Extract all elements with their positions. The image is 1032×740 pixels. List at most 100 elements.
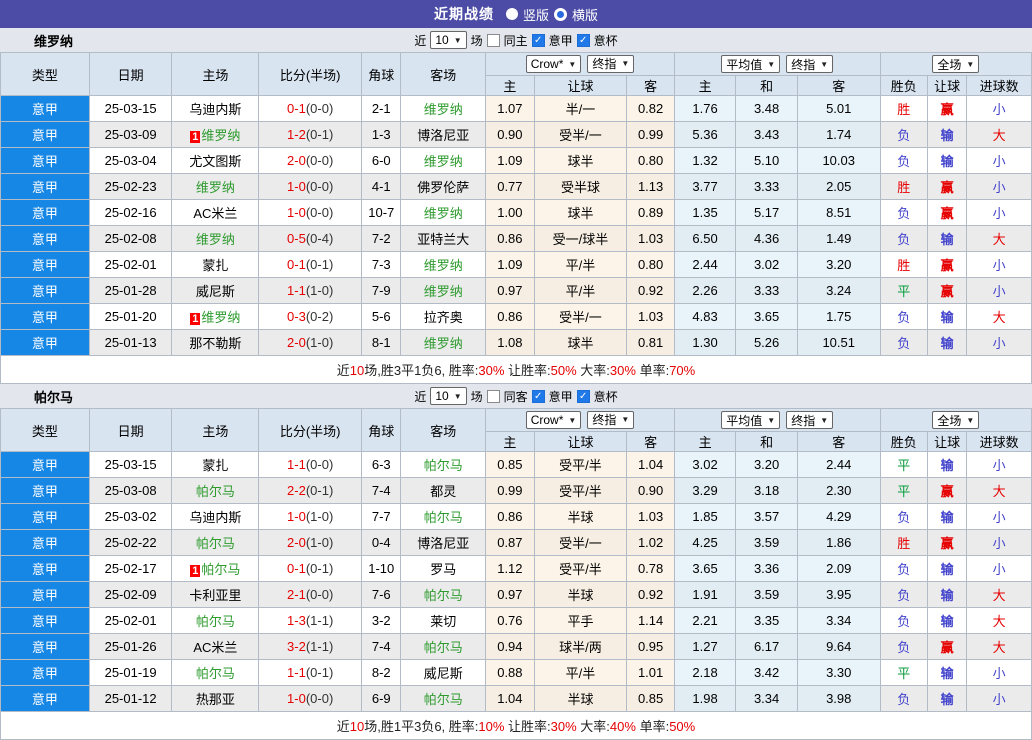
horizontal-layout-radio[interactable] [554, 7, 567, 21]
avg-draw-cell: 3.36 [735, 555, 798, 582]
corner-cell: 4-1 [361, 173, 402, 200]
cup-checkbox[interactable]: ✓ [576, 33, 590, 47]
result-wl-cell: 负 [879, 329, 928, 356]
league-label: 意甲 [548, 33, 573, 48]
avg-home-cell: 3.77 [673, 173, 737, 200]
avg-away-cell: 2.09 [796, 555, 881, 582]
match-count-select[interactable]: 10 ▼ [430, 387, 467, 405]
date-cell: 25-03-08 [88, 477, 173, 504]
same-venue-checkbox[interactable] [486, 389, 500, 403]
odds-handicap-cell: 受平/半 [533, 477, 628, 504]
average-select[interactable]: 平均值 ▼ [721, 411, 781, 429]
away-team-cell: 帕尔马 [400, 581, 487, 608]
avg-away-cell: 10.03 [796, 147, 881, 174]
final-odds-select[interactable]: 终指 ▼ [587, 410, 635, 429]
final-odds-select[interactable]: 终指 ▼ [587, 54, 635, 73]
league-cell: 意甲 [0, 121, 90, 148]
league-cell: 意甲 [0, 633, 90, 660]
avg-home-cell: 3.65 [673, 555, 737, 582]
col-result-handicap: 让球 [926, 431, 968, 452]
col-odds-away: 客 [626, 75, 675, 96]
league-checkbox[interactable]: ✓ [531, 33, 545, 47]
score-cell: 1-1(0-1) [258, 659, 363, 686]
avg-away-cell: 1.74 [796, 121, 881, 148]
chevron-down-icon: ▼ [453, 391, 462, 401]
full-match-select[interactable]: 全场 ▼ [932, 55, 980, 73]
avg-home-cell: 1.30 [673, 329, 737, 356]
score-cell: 1-2(0-1) [258, 121, 363, 148]
match-count-select[interactable]: 10 ▼ [430, 31, 467, 49]
results-body: 意甲 25-03-15 蒙扎 1-1(0-0) 6-3 帕尔马 0.85 受平/半 1.04 3.… [0, 451, 1032, 712]
odds-home-cell: 0.97 [485, 581, 535, 608]
avg-home-cell: 1.91 [673, 581, 737, 608]
summary-row: 近10场,胜1平3负6, 胜率:10% 让胜率:30% 大率:40% 单率:50… [0, 711, 1032, 740]
date-cell: 25-02-01 [88, 251, 173, 278]
avg-away-cell: 2.30 [796, 477, 881, 504]
odds-away-cell: 1.02 [626, 529, 675, 556]
avg-home-cell: 1.85 [673, 503, 737, 530]
league-cell: 意甲 [0, 659, 90, 686]
away-team-cell: 维罗纳 [400, 251, 487, 278]
final-odds-select-2[interactable]: 终指 ▼ [786, 55, 834, 73]
cup-checkbox[interactable]: ✓ [576, 389, 590, 403]
odds-away-cell: 1.13 [626, 173, 675, 200]
odds-handicap-cell: 受一/球半 [533, 225, 628, 252]
chevron-down-icon: ▼ [966, 415, 975, 425]
vertical-layout-radio[interactable] [505, 8, 518, 20]
result-handicap-cell: 赢 [926, 251, 968, 278]
away-team-cell: 维罗纳 [400, 277, 487, 304]
result-handicap-cell: 输 [926, 303, 968, 330]
league-checkbox[interactable]: ✓ [531, 389, 545, 403]
chevron-down-icon: ▼ [568, 415, 577, 425]
result-handicap-cell: 赢 [926, 529, 968, 556]
league-label: 意甲 [548, 389, 573, 404]
away-team-cell: 佛罗伦萨 [400, 173, 487, 200]
result-handicap-cell: 赢 [926, 477, 968, 504]
avg-draw-cell: 3.59 [735, 529, 798, 556]
result-wl-cell: 负 [879, 147, 928, 174]
away-team-cell: 帕尔马 [400, 633, 487, 660]
score-cell: 1-0(0-0) [258, 685, 363, 712]
away-team-cell: 帕尔马 [400, 685, 487, 712]
result-select-group: 全场 ▼ [879, 408, 1032, 432]
team-section: 维罗纳 近 10 ▼ 场 同主 ✓ 意甲 ✓ 意杯 类型 日期 主场 比分(半场… [0, 28, 1032, 384]
full-match-select[interactable]: 全场 ▼ [932, 411, 980, 429]
date-cell: 25-03-15 [88, 451, 173, 478]
corner-cell: 7-9 [361, 277, 402, 304]
avg-away-cell: 5.01 [796, 95, 881, 122]
odds-home-cell: 0.77 [485, 173, 535, 200]
chevron-down-icon: ▼ [767, 415, 776, 425]
table-row: 意甲 25-02-08 维罗纳 0-5(0-4) 7-2 亚特兰大 0.86 受一/球半 1.0… [0, 225, 1032, 252]
avg-away-cell: 3.20 [796, 251, 881, 278]
final-odds-select-2[interactable]: 终指 ▼ [786, 411, 834, 429]
results-table: 类型 日期 主场 比分(半场) 角球 客场 Crow* ▼ 终指 ▼ 平均值 ▼ 终指 ▼ … [0, 52, 1032, 384]
avg-draw-cell: 5.10 [735, 147, 798, 174]
odds-source-select[interactable]: Crow* ▼ [525, 55, 582, 74]
result-goals-cell: 大 [966, 633, 1032, 660]
result-goals-cell: 小 [966, 147, 1032, 174]
odds-home-cell: 1.00 [485, 199, 535, 226]
corner-cell: 8-1 [361, 329, 402, 356]
avg-away-cell: 1.75 [796, 303, 881, 330]
home-team-cell: 那不勒斯 [171, 329, 260, 356]
table-row: 意甲 25-02-17 1 帕尔马 0-1(0-1) 1-10 罗马 1.12 受平/半 0.78… [0, 555, 1032, 582]
result-handicap-cell: 赢 [926, 173, 968, 200]
odds-source-select[interactable]: Crow* ▼ [525, 411, 582, 430]
home-team-cell: 帕尔马 [171, 477, 260, 504]
average-select[interactable]: 平均值 ▼ [721, 55, 781, 73]
away-team-cell: 帕尔马 [400, 503, 487, 530]
corner-cell: 7-6 [361, 581, 402, 608]
result-goals-cell: 小 [966, 659, 1032, 686]
corner-cell: 6-3 [361, 451, 402, 478]
odds-home-cell: 1.09 [485, 147, 535, 174]
same-venue-checkbox[interactable] [486, 33, 500, 47]
league-cell: 意甲 [0, 555, 90, 582]
avg-draw-cell: 3.35 [735, 607, 798, 634]
away-team-cell: 都灵 [400, 477, 487, 504]
away-team-cell: 拉齐奥 [400, 303, 487, 330]
odds-home-cell: 0.85 [485, 451, 535, 478]
result-wl-cell: 负 [879, 633, 928, 660]
near-label: 近 [414, 33, 427, 48]
league-cell: 意甲 [0, 147, 90, 174]
date-cell: 25-03-02 [88, 503, 173, 530]
